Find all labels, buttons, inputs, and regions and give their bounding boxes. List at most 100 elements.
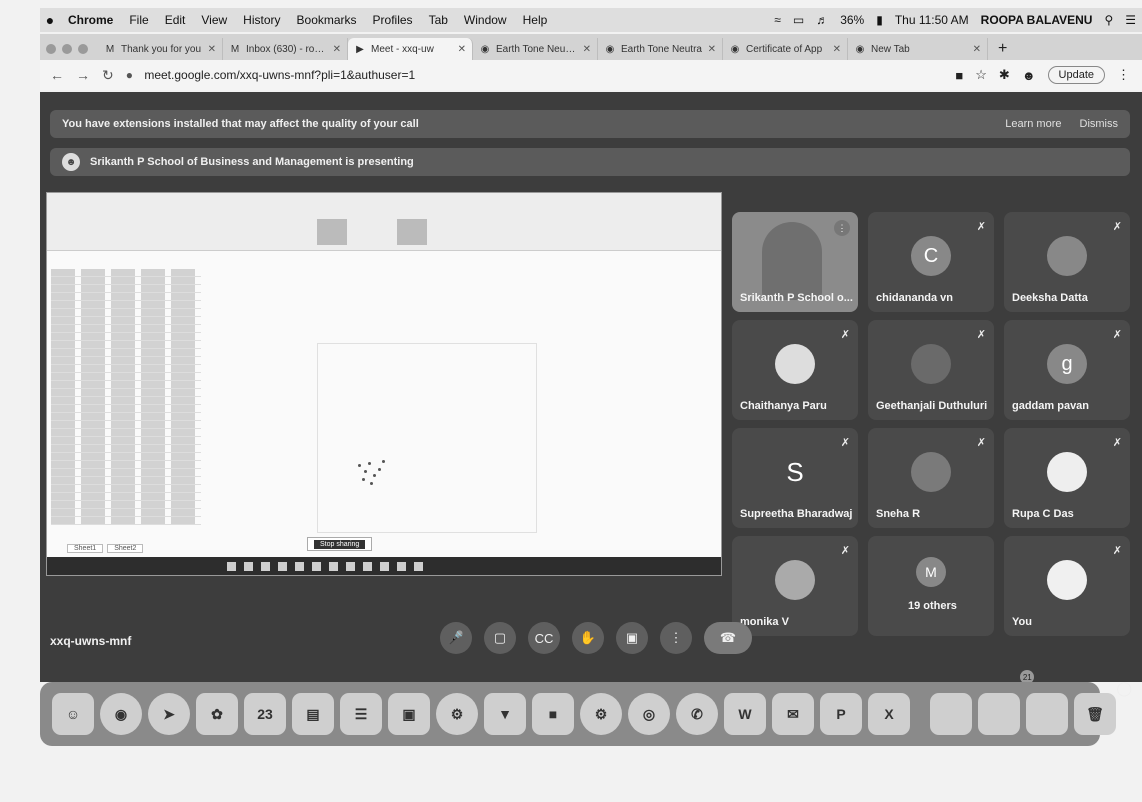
minimize-window-button[interactable]	[62, 44, 72, 54]
extensions-puzzle-icon[interactable]: ✱	[999, 67, 1010, 83]
wifi-icon[interactable]: ≈	[774, 13, 781, 27]
battery-percent[interactable]: 36%	[840, 13, 864, 27]
numbers-icon[interactable]: ■	[532, 693, 574, 735]
host-controls-icon[interactable]: ◯	[1116, 680, 1132, 700]
participant-name: 19 others	[908, 600, 957, 612]
update-button[interactable]: Update	[1047, 66, 1105, 84]
close-window-button[interactable]	[46, 44, 56, 54]
siri-icon[interactable]: ◉	[100, 693, 142, 735]
menu-chrome[interactable]: Chrome	[68, 13, 113, 27]
recent-window-thumbnail[interactable]	[1026, 693, 1068, 735]
tab-meet[interactable]: ▶ Meet - xxq-uw ✕	[348, 38, 473, 60]
more-options-button[interactable]: ⋮	[660, 622, 692, 654]
spotlight-search-icon[interactable]: ⚲	[1104, 13, 1113, 27]
close-tab-icon[interactable]: ✕	[833, 44, 841, 55]
profile-avatar-icon[interactable]: ☻	[1022, 68, 1036, 83]
participant-tile[interactable]: ✗ g gaddam pavan	[1004, 320, 1130, 420]
gmail-icon: M	[105, 43, 115, 55]
tab-certificate[interactable]: ◉ Certificate of App ✕	[723, 38, 848, 60]
globe-icon: ◉	[730, 43, 740, 55]
close-tab-icon[interactable]: ✕	[333, 44, 341, 55]
keynote-icon[interactable]: ▼	[484, 693, 526, 735]
camera-button[interactable]: ▢	[484, 622, 516, 654]
camera-permission-icon[interactable]: ■	[955, 68, 963, 83]
reload-icon[interactable]: ↻	[102, 67, 114, 84]
meet-icon: ▶	[356, 43, 364, 55]
new-tab-button[interactable]: +	[988, 40, 1017, 60]
close-tab-icon[interactable]: ✕	[458, 44, 466, 55]
menu-help[interactable]: Help	[523, 13, 548, 27]
menu-history[interactable]: History	[243, 13, 280, 27]
word-icon[interactable]: W	[724, 693, 766, 735]
menu-bookmarks[interactable]: Bookmarks	[297, 13, 357, 27]
settings-icon[interactable]: ⚙	[436, 693, 478, 735]
user-name[interactable]: ROOPA BALAVENU	[981, 13, 1093, 27]
close-tab-icon[interactable]: ✕	[708, 44, 716, 55]
forward-arrow-icon[interactable]: →	[76, 67, 90, 83]
menu-edit[interactable]: Edit	[165, 13, 186, 27]
menu-window[interactable]: Window	[464, 13, 507, 27]
mic-off-icon: ✗	[840, 329, 850, 341]
menu-profiles[interactable]: Profiles	[373, 13, 413, 27]
recent-window-thumbnail[interactable]	[930, 693, 972, 735]
volume-icon[interactable]: ♬	[816, 13, 828, 27]
close-tab-icon[interactable]: ✕	[973, 44, 981, 55]
tab-gmail-thankyou[interactable]: M Thank you for you ✕	[98, 38, 223, 60]
tab-new-tab[interactable]: ◉ New Tab ✕	[848, 38, 988, 60]
participant-tile[interactable]: ✗ Geethanjali Duthuluri	[868, 320, 994, 420]
microphone-button[interactable]: 🎤	[440, 622, 472, 654]
preview-icon[interactable]: ▣	[388, 693, 430, 735]
tab-earth-tone-1[interactable]: ◉ Earth Tone Neutral ✕	[473, 38, 598, 60]
display-icon[interactable]: ▭	[793, 13, 804, 27]
more-menu-icon[interactable]: ⋮	[1117, 67, 1130, 83]
tab-gmail-inbox[interactable]: M Inbox (630) - roopa ✕	[223, 38, 348, 60]
system-preferences-icon[interactable]: ⚙	[580, 693, 622, 735]
close-tab-icon[interactable]: ✕	[208, 44, 216, 55]
menu-tab[interactable]: Tab	[429, 13, 448, 27]
recent-window-thumbnail[interactable]	[978, 693, 1020, 735]
control-center-icon[interactable]: ☰	[1125, 13, 1136, 27]
menu-file[interactable]: File	[129, 13, 148, 27]
close-tab-icon[interactable]: ✕	[583, 44, 591, 55]
apple-menu-icon[interactable]: ●	[40, 12, 60, 28]
meet-call-area: You have extensions installed that may a…	[40, 92, 1142, 698]
photos-icon[interactable]: ✿	[196, 693, 238, 735]
participant-tile[interactable]: ✗ Sneha R	[868, 428, 994, 528]
shared-screen[interactable]: Sheet1 Sheet2 Stop sharing	[46, 192, 722, 576]
participant-tile-others[interactable]: M 19 others	[868, 536, 994, 636]
participant-tile[interactable]: ✗ S Supreetha Bharadwaj	[732, 428, 858, 528]
learn-more-link[interactable]: Learn more	[1005, 118, 1061, 130]
launchpad-icon[interactable]: ➤	[148, 693, 190, 735]
excel-icon[interactable]: X	[868, 693, 910, 735]
address-bar[interactable]: ● meet.google.com/xxq-uwns-mnf?pli=1&aut…	[126, 68, 944, 82]
back-arrow-icon[interactable]: ←	[50, 67, 64, 83]
mail-icon[interactable]: ✉	[772, 693, 814, 735]
leave-call-button[interactable]: ☎	[704, 622, 752, 654]
notes-icon[interactable]: ▤	[292, 693, 334, 735]
powerpoint-icon[interactable]: P	[820, 693, 862, 735]
zoom-window-button[interactable]	[78, 44, 88, 54]
dismiss-button[interactable]: Dismiss	[1080, 118, 1119, 130]
participant-tile[interactable]: ✗ Rupa C Das	[1004, 428, 1130, 528]
chrome-icon[interactable]: ◎	[628, 693, 670, 735]
reminders-icon[interactable]: ☰	[340, 693, 382, 735]
participant-tile[interactable]: ✗ Chaithanya Paru	[732, 320, 858, 420]
clock[interactable]: Thu 11:50 AM	[895, 13, 969, 27]
menu-view[interactable]: View	[201, 13, 227, 27]
finder-icon[interactable]: ☺	[52, 693, 94, 735]
participant-tile[interactable]: ✗ Deeksha Datta	[1004, 212, 1130, 312]
whatsapp-icon[interactable]: ✆	[676, 693, 718, 735]
participant-tile-presenter[interactable]: ⋮ Srikanth P School o...	[732, 212, 858, 312]
participant-tile-self[interactable]: ✗ You	[1004, 536, 1130, 636]
present-button[interactable]: ▣	[616, 622, 648, 654]
trash-icon[interactable]: 🗑	[1074, 693, 1116, 735]
captions-button[interactable]: CC	[528, 622, 560, 654]
calendar-icon[interactable]: 23	[244, 693, 286, 735]
lock-icon[interactable]: ●	[126, 68, 133, 82]
participant-tile[interactable]: ✗ C chidananda vn	[868, 212, 994, 312]
bookmark-star-icon[interactable]: ☆	[975, 67, 987, 83]
raise-hand-button[interactable]: ✋	[572, 622, 604, 654]
mic-off-icon: ✗	[1112, 221, 1122, 233]
participant-tile[interactable]: ✗ monika V	[732, 536, 858, 636]
tab-earth-tone-2[interactable]: ◉ Earth Tone Neutra ✕	[598, 38, 723, 60]
